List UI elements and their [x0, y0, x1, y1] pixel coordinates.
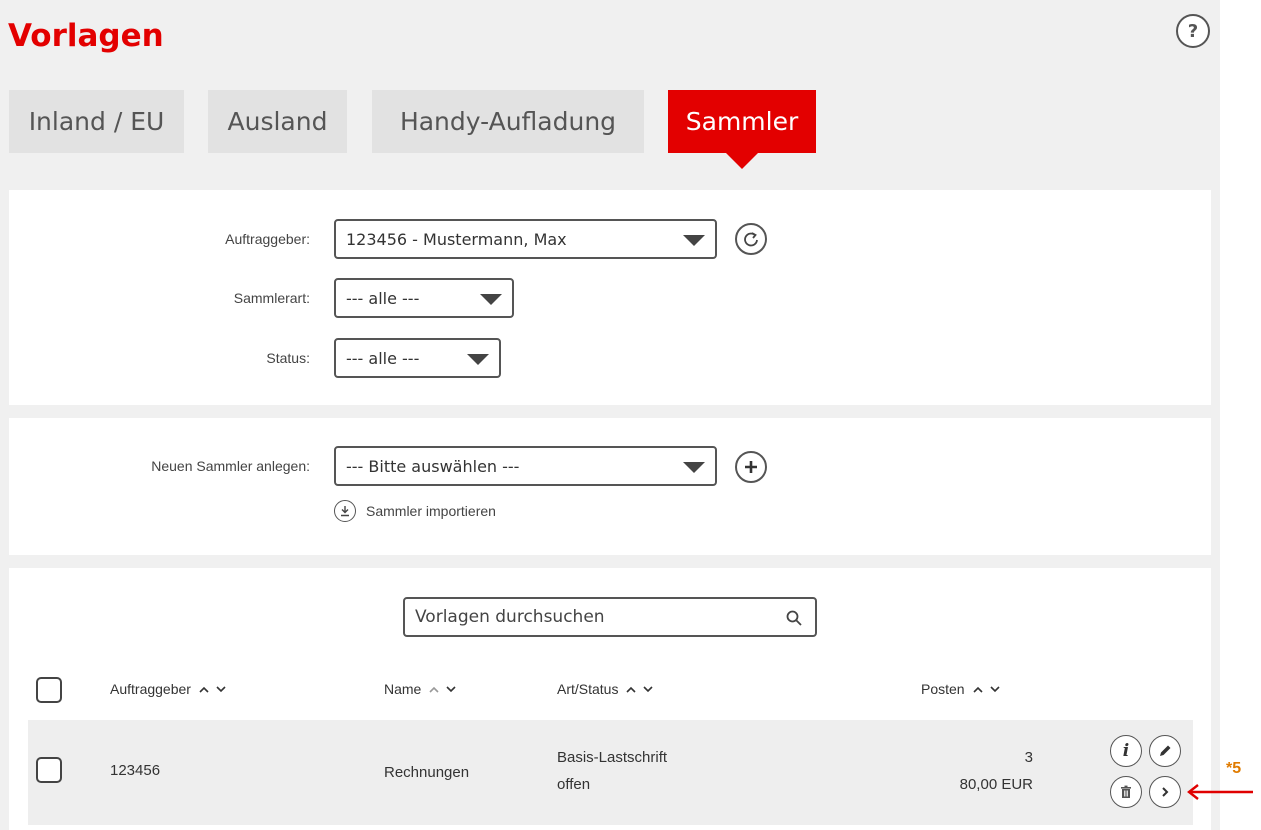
help-button[interactable]: ?	[1176, 14, 1210, 48]
chevron-down-icon	[683, 462, 705, 473]
annotation-arrow-icon	[1187, 784, 1253, 800]
sammler-importieren-link[interactable]: Sammler importieren	[334, 500, 496, 522]
sammlerart-select[interactable]: --- alle ---	[334, 278, 514, 318]
sammlerart-label: Sammlerart:	[233, 290, 310, 306]
tab-inland-eu[interactable]: Inland / EU	[9, 90, 184, 153]
chevron-down-icon	[467, 354, 489, 365]
tab-ausland[interactable]: Ausland	[208, 90, 347, 153]
tab-handy-aufladung[interactable]: Handy-Aufladung	[372, 90, 644, 153]
column-header-auftraggeber[interactable]: Auftraggeber	[110, 681, 226, 697]
pencil-icon	[1160, 745, 1171, 756]
column-header-label: Name	[384, 681, 422, 697]
table-row[interactable]	[28, 720, 1193, 825]
cell-status: offen	[557, 776, 591, 793]
cell-posten-count: 3	[1024, 749, 1033, 766]
row-checkbox[interactable]	[36, 757, 62, 783]
annotation-label: *5	[1226, 760, 1242, 777]
tab-sammler[interactable]: Sammler	[668, 90, 816, 153]
search-icon[interactable]	[785, 609, 803, 627]
status-select-value: --- alle ---	[346, 348, 420, 368]
auftraggeber-select[interactable]: 123456 - Mustermann, Max	[334, 219, 717, 259]
search-input[interactable]: Vorlagen durchsuchen	[403, 597, 817, 637]
auftraggeber-select-value: 123456 - Mustermann, Max	[346, 229, 567, 249]
column-header-label: Auftraggeber	[110, 681, 191, 697]
cell-art: Basis-Lastschrift	[557, 749, 668, 766]
chevron-down-icon	[480, 294, 502, 305]
column-header-art-status[interactable]: Art/Status	[557, 681, 654, 697]
create-panel	[9, 418, 1211, 555]
search-placeholder: Vorlagen durchsuchen	[415, 607, 605, 627]
column-header-name[interactable]: Name	[384, 681, 456, 697]
select-all-checkbox[interactable]	[36, 677, 62, 703]
neuen-sammler-select-value: --- Bitte auswählen ---	[346, 456, 520, 476]
page-title: Vorlagen	[8, 18, 164, 54]
refresh-icon	[744, 232, 758, 247]
status-label: Status:	[266, 350, 310, 366]
chevron-down-icon	[683, 235, 705, 246]
download-icon	[334, 500, 356, 522]
cell-posten-amount: 80,00 EUR	[959, 776, 1033, 793]
column-header-posten[interactable]: Posten	[921, 681, 1000, 697]
sort-icon[interactable]	[973, 685, 1000, 693]
cell-auftraggeber: 123456	[110, 762, 161, 779]
plus-icon	[745, 461, 757, 473]
open-button[interactable]	[1149, 776, 1181, 808]
chevron-right-icon	[1162, 787, 1169, 797]
info-icon: i	[1122, 741, 1130, 761]
neuen-sammler-select[interactable]: --- Bitte auswählen ---	[334, 446, 717, 486]
column-header-label: Posten	[921, 681, 965, 697]
neuen-sammler-label: Neuen Sammler anlegen:	[151, 458, 310, 474]
auftraggeber-label: Auftraggeber:	[225, 231, 310, 247]
sort-icon[interactable]	[626, 685, 654, 693]
delete-button[interactable]	[1110, 776, 1142, 808]
sort-icon[interactable]	[199, 685, 226, 693]
column-header-label: Art/Status	[557, 681, 619, 697]
refresh-button[interactable]	[735, 223, 767, 255]
trash-icon	[1121, 785, 1131, 798]
status-select[interactable]: --- alle ---	[334, 338, 501, 378]
sammler-importieren-label: Sammler importieren	[366, 503, 496, 519]
sort-icon[interactable]	[429, 685, 456, 693]
info-button[interactable]: i	[1110, 735, 1142, 767]
sammlerart-select-value: --- alle ---	[346, 288, 420, 308]
edit-button[interactable]	[1149, 735, 1181, 767]
add-sammler-button[interactable]	[735, 451, 767, 483]
cell-name: Rechnungen	[384, 764, 470, 781]
